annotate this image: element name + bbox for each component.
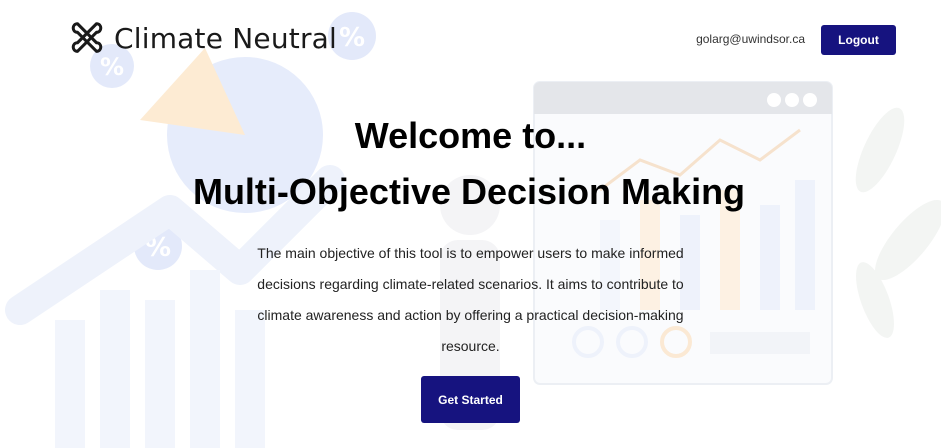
- hero-title-line-2: Multi-Objective Decision Making: [192, 171, 746, 212]
- top-header: Climate Neutral golarg@uwindsor.ca Logou…: [0, 0, 941, 80]
- hero-title-line-1: Welcome to...: [354, 115, 587, 156]
- window-dots-icon: [767, 93, 817, 107]
- hero-description: The main objective of this tool is to em…: [257, 245, 684, 354]
- get-started-button[interactable]: Get Started: [421, 376, 520, 423]
- user-email: golarg@uwindsor.ca: [696, 32, 805, 46]
- hero-title: Welcome to... Multi-Objective Decision M…: [0, 108, 941, 220]
- hero-section: Welcome to... Multi-Objective Decision M…: [0, 108, 941, 423]
- brand-logo[interactable]: Climate Neutral: [68, 16, 337, 60]
- interlocked-loops-icon: [71, 22, 103, 53]
- logout-button[interactable]: Logout: [821, 25, 896, 55]
- brand-name: Climate Neutral: [114, 21, 337, 55]
